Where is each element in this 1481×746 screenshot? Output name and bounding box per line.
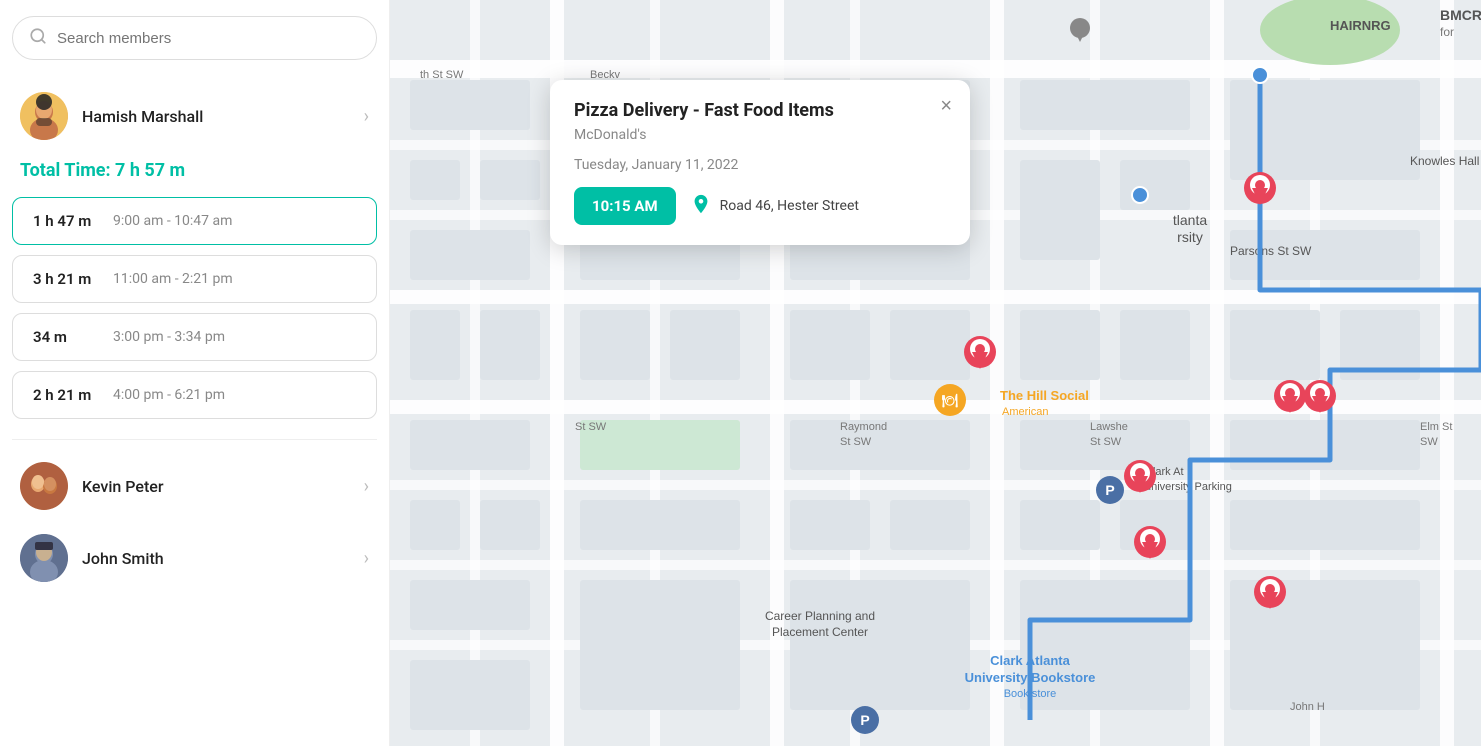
chevron-right-icon-kevin: › <box>364 476 369 497</box>
popup-close-button[interactable]: × <box>940 96 952 116</box>
duration-0: 1 h 47 m <box>33 212 93 230</box>
svg-text:Elm St: Elm St <box>1420 421 1452 433</box>
popup-time-badge: 10:15 AM <box>574 187 676 225</box>
svg-text:th St SW: th St SW <box>420 69 464 81</box>
popup-location-text: Road 46, Hester Street <box>720 198 859 214</box>
range-1: 11:00 am - 2:21 pm <box>113 271 233 287</box>
svg-text:HAIRNRG: HAIRNRG <box>1330 18 1391 33</box>
svg-text:Raymond: Raymond <box>840 421 887 433</box>
popup-date: Tuesday, January 11, 2022 <box>574 157 946 173</box>
popup-title: Pizza Delivery - Fast Food Items <box>574 100 946 121</box>
svg-text:American: American <box>1002 406 1048 418</box>
svg-text:St SW: St SW <box>1090 436 1122 448</box>
svg-text:St SW: St SW <box>840 436 872 448</box>
left-panel: Hamish Marshall › Total Time: 7 h 57 m 1… <box>0 0 390 746</box>
popup-card: × Pizza Delivery - Fast Food Items McDon… <box>550 80 970 245</box>
svg-text:John H: John H <box>1290 701 1325 713</box>
duration-3: 2 h 21 m <box>33 386 93 404</box>
svg-text:🍽: 🍽 <box>942 393 959 408</box>
svg-text:for: for <box>1440 25 1454 39</box>
member-name-hamish: Hamish Marshall <box>82 107 350 126</box>
svg-text:Knowles Hall: Knowles Hall <box>1410 154 1479 168</box>
avatar-john <box>20 534 68 582</box>
popup-location: Road 46, Hester Street <box>690 193 859 220</box>
chevron-right-icon-john: › <box>364 548 369 569</box>
member-row-john[interactable]: John Smith › <box>12 522 377 594</box>
svg-text:Parsons St SW: Parsons St SW <box>1230 244 1312 258</box>
popup-subtitle: McDonald's <box>574 127 946 143</box>
map-panel: th St SW Beckv HAIRNRG Knowles Hall Pars… <box>390 0 1481 746</box>
time-block-3[interactable]: 2 h 21 m 4:00 pm - 6:21 pm <box>12 371 377 419</box>
search-box[interactable] <box>12 16 377 60</box>
range-3: 4:00 pm - 6:21 pm <box>113 387 225 403</box>
range-2: 3:00 pm - 3:34 pm <box>113 329 225 345</box>
total-time: Total Time: 7 h 57 m <box>12 152 377 197</box>
svg-text:BMCR: BMCR <box>1440 7 1481 23</box>
avatar-hamish <box>20 92 68 140</box>
location-icon <box>690 193 712 220</box>
member-row-hamish[interactable]: Hamish Marshall › <box>12 80 377 152</box>
duration-2: 34 m <box>33 328 93 346</box>
time-block-2[interactable]: 34 m 3:00 pm - 3:34 pm <box>12 313 377 361</box>
popup-row: 10:15 AM Road 46, Hester Street <box>574 187 946 225</box>
svg-text:P: P <box>1105 482 1114 498</box>
svg-text:tlanta: tlanta <box>1173 212 1207 228</box>
range-0: 9:00 am - 10:47 am <box>113 213 232 229</box>
member-name-kevin: Kevin Peter <box>82 477 350 496</box>
svg-text:P: P <box>860 712 869 728</box>
member-row-kevin[interactable]: Kevin Peter › <box>12 450 377 522</box>
svg-text:SW: SW <box>1420 436 1438 448</box>
time-block-1[interactable]: 3 h 21 m 11:00 am - 2:21 pm <box>12 255 377 303</box>
svg-text:St SW: St SW <box>575 421 607 433</box>
svg-text:Career Planning and: Career Planning and <box>765 609 875 623</box>
chevron-right-icon-hamish: › <box>364 106 369 127</box>
svg-text:Lawshe: Lawshe <box>1090 421 1128 433</box>
svg-text:rsity: rsity <box>1177 229 1203 245</box>
search-icon <box>29 27 47 49</box>
svg-text:The Hill Social: The Hill Social <box>1000 388 1089 403</box>
duration-1: 3 h 21 m <box>33 270 93 288</box>
svg-text:Placement Center: Placement Center <box>772 625 868 639</box>
search-input[interactable] <box>57 30 360 47</box>
member-name-john: John Smith <box>82 549 350 568</box>
avatar-kevin <box>20 462 68 510</box>
divider <box>12 439 377 440</box>
time-block-0[interactable]: 1 h 47 m 9:00 am - 10:47 am <box>12 197 377 245</box>
